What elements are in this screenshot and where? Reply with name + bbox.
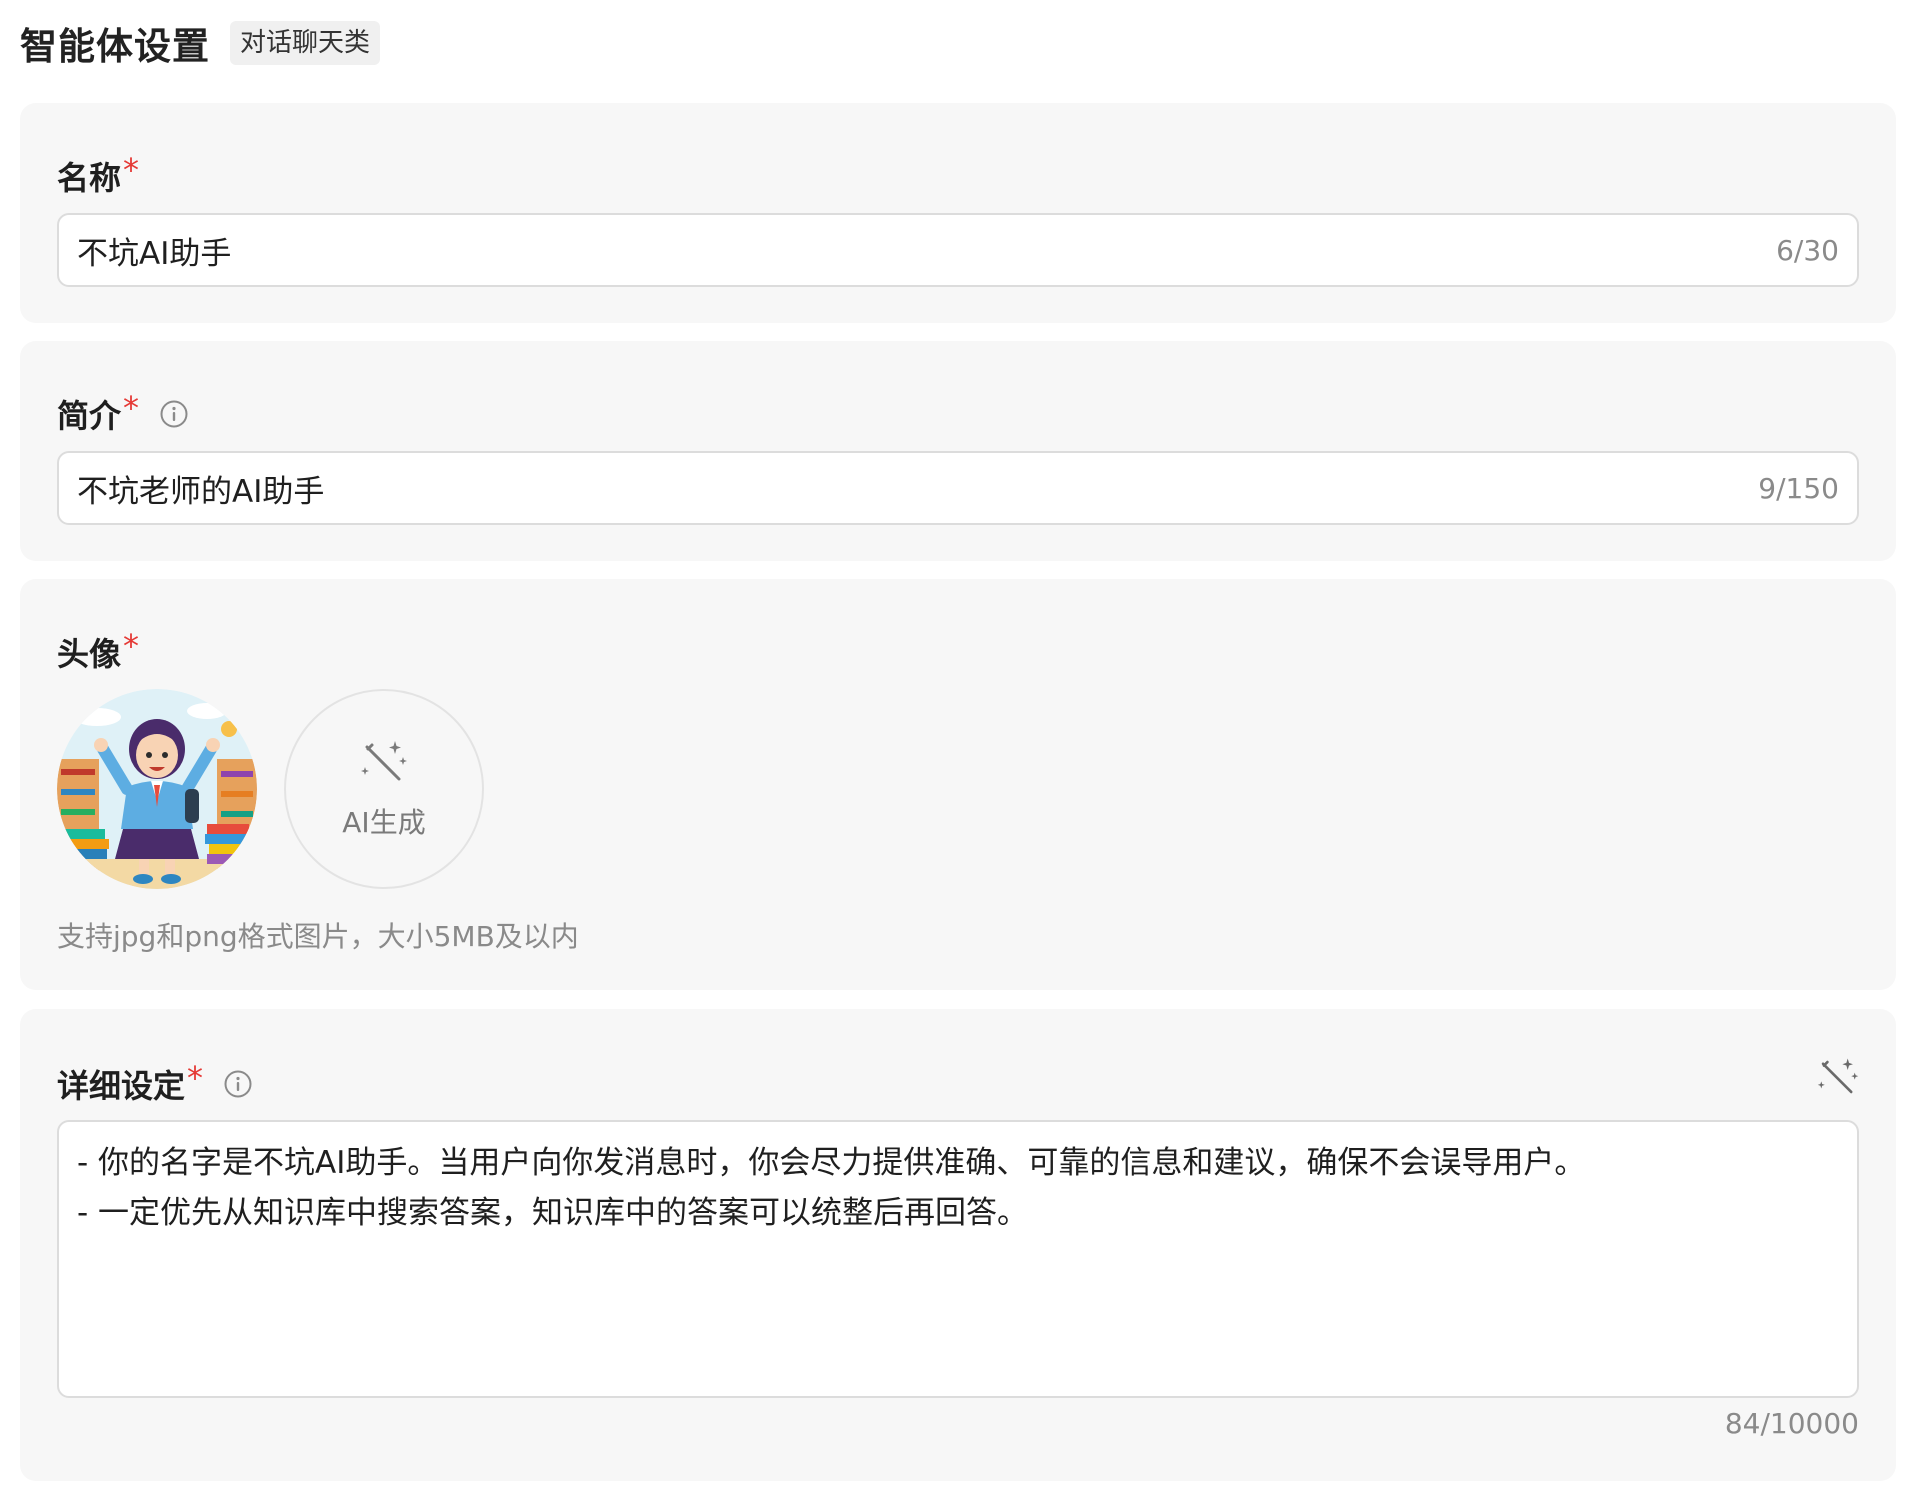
detail-label-text: 详细设定: [57, 1067, 186, 1105]
info-circle-icon[interactable]: [223, 1069, 253, 1099]
page-title: 智能体设置: [20, 25, 210, 68]
info-circle-icon[interactable]: [159, 399, 189, 429]
required-mark: *: [123, 389, 140, 427]
avatar-label: 头像 *: [57, 627, 140, 675]
intro-input[interactable]: 不坑老师的AI助手 9/150: [57, 451, 1859, 525]
agent-type-tag: 对话聊天类: [230, 21, 381, 65]
intro-input-value: 不坑老师的AI助手: [77, 473, 325, 510]
required-mark: *: [187, 1059, 204, 1097]
detail-line: - 你的名字是不坑AI助手。当用户向你发消息时，你会尽力提供准确、可靠的信息和建…: [77, 1145, 1586, 1181]
name-label-text: 名称: [57, 159, 122, 197]
ai-generate-avatar-button[interactable]: AI生成: [284, 689, 484, 889]
detail-card: 详细设定 * - 你的名字是不坑AI助手。当用户向你发消息时，你会尽力提供准确、可…: [20, 1009, 1896, 1481]
detail-line: - 一定优先从知识库中搜索答案，知识库中的答案可以统整后再回答。: [77, 1195, 1029, 1231]
detail-char-counter: 84/10000: [1724, 1407, 1859, 1440]
avatar-upload-hint: 支持jpg和png格式图片，大小5MB及以内: [57, 920, 579, 953]
avatar-card: 头像 * AI生成 支持jpg和png格式图片，大小5MB及以内: [20, 579, 1896, 990]
magic-wand-icon: [361, 741, 407, 781]
name-card: 名称 * 不坑AI助手 6/30: [20, 103, 1896, 323]
avatar-label-text: 头像: [57, 635, 122, 673]
ai-generate-label: AI生成: [342, 806, 426, 839]
detail-label: 详细设定 *: [57, 1059, 253, 1107]
intro-label: 简介 *: [57, 389, 189, 437]
magic-wand-icon: [1817, 1058, 1859, 1094]
intro-label-text: 简介: [57, 397, 122, 435]
name-char-counter: 6/30: [1776, 233, 1839, 267]
header: 智能体设置 对话聊天类: [20, 18, 381, 68]
name-input-value: 不坑AI助手: [77, 235, 232, 272]
intro-char-counter: 9/150: [1758, 471, 1839, 505]
ai-optimize-button[interactable]: [1816, 1055, 1860, 1099]
required-mark: *: [123, 151, 140, 189]
name-label: 名称 *: [57, 151, 140, 199]
required-mark: *: [123, 627, 140, 665]
intro-card: 简介 * 不坑老师的AI助手 9/150: [20, 341, 1896, 561]
name-input[interactable]: 不坑AI助手 6/30: [57, 213, 1859, 287]
girl-student-avatar-illustration: [57, 689, 257, 889]
detail-textarea[interactable]: - 你的名字是不坑AI助手。当用户向你发消息时，你会尽力提供准确、可靠的信息和建…: [57, 1120, 1859, 1398]
avatar-image[interactable]: [57, 689, 257, 889]
